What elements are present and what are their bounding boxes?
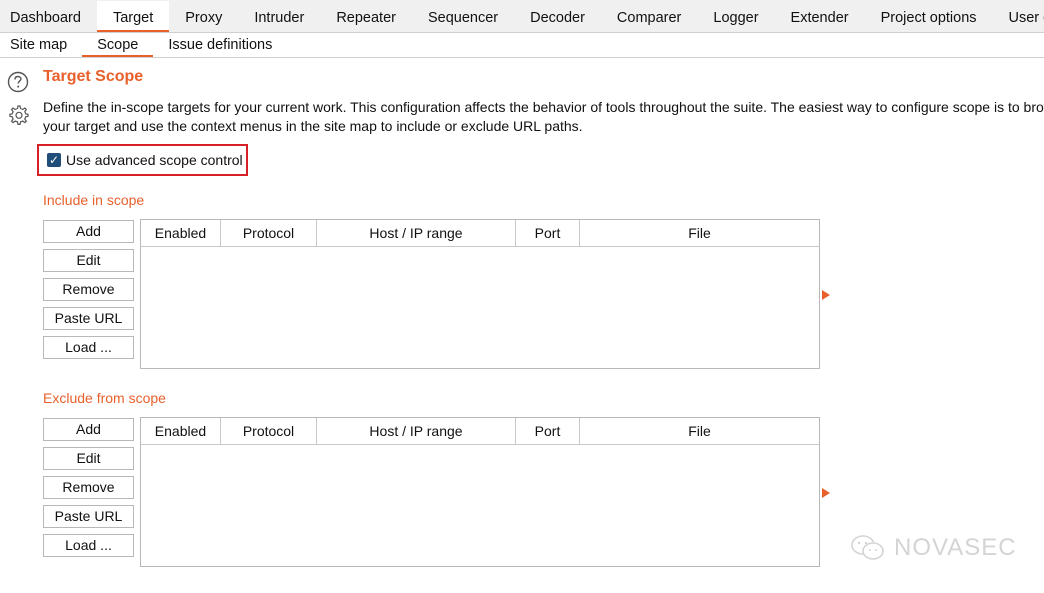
tab-repeater[interactable]: Repeater	[320, 1, 412, 32]
exclude-table-header: Enabled Protocol Host / IP range Port Fi…	[141, 418, 819, 445]
tab-proxy[interactable]: Proxy	[169, 1, 238, 32]
page-title: Target Scope	[43, 68, 144, 85]
subtab-issue-definitions[interactable]: Issue definitions	[153, 34, 287, 57]
include-scope-label: Include in scope	[43, 192, 145, 208]
advanced-scope-highlight: ✓ Use advanced scope control	[37, 144, 248, 176]
wechat-icon	[851, 535, 884, 560]
column-header-file[interactable]: File	[580, 418, 819, 444]
column-header-protocol[interactable]: Protocol	[221, 220, 317, 246]
watermark-text: NOVASEC	[894, 534, 1017, 561]
exclude-expand-arrow-icon[interactable]	[822, 488, 830, 498]
subtab-scope[interactable]: Scope	[82, 34, 154, 57]
subtab-site-map[interactable]: Site map	[0, 34, 82, 57]
exclude-paste-url-button[interactable]: Paste URL	[43, 505, 134, 528]
column-header-file[interactable]: File	[580, 220, 819, 246]
tab-user-options[interactable]: User options	[993, 1, 1044, 32]
include-remove-button[interactable]: Remove	[43, 278, 134, 301]
column-header-protocol[interactable]: Protocol	[221, 418, 317, 444]
tab-target[interactable]: Target	[96, 1, 170, 32]
page-description: Define the in-scope targets for your cur…	[43, 99, 1044, 134]
exclude-load-button[interactable]: Load ...	[43, 534, 134, 557]
column-header-host[interactable]: Host / IP range	[317, 220, 516, 246]
include-add-button[interactable]: Add	[43, 220, 134, 243]
exclude-add-button[interactable]: Add	[43, 418, 134, 441]
tab-extender[interactable]: Extender	[775, 1, 865, 32]
exclude-scope-label: Exclude from scope	[43, 390, 166, 406]
column-header-enabled[interactable]: Enabled	[141, 220, 221, 246]
gear-icon[interactable]	[7, 104, 29, 126]
help-icon[interactable]	[7, 71, 29, 93]
tab-dashboard[interactable]: Dashboard	[0, 1, 97, 32]
advanced-scope-checkbox[interactable]: ✓	[47, 153, 61, 167]
exclude-edit-button[interactable]: Edit	[43, 447, 134, 470]
column-header-enabled[interactable]: Enabled	[141, 418, 221, 444]
include-paste-url-button[interactable]: Paste URL	[43, 307, 134, 330]
include-edit-button[interactable]: Edit	[43, 249, 134, 272]
column-header-port[interactable]: Port	[516, 220, 580, 246]
include-expand-arrow-icon[interactable]	[822, 290, 830, 300]
tab-logger[interactable]: Logger	[697, 1, 774, 32]
tab-comparer[interactable]: Comparer	[601, 1, 697, 32]
advanced-scope-label[interactable]: Use advanced scope control	[66, 152, 243, 168]
tab-decoder[interactable]: Decoder	[514, 1, 601, 32]
include-load-button[interactable]: Load ...	[43, 336, 134, 359]
main-tab-bar: Dashboard Target Proxy Intruder Repeater…	[0, 0, 1044, 33]
include-table-header: Enabled Protocol Host / IP range Port Fi…	[141, 220, 819, 247]
target-subtab-bar: Site map Scope Issue definitions	[0, 33, 1044, 58]
column-header-port[interactable]: Port	[516, 418, 580, 444]
watermark: NOVASEC	[850, 533, 1017, 563]
include-scope-table[interactable]: Enabled Protocol Host / IP range Port Fi…	[140, 219, 820, 369]
tab-project-options[interactable]: Project options	[865, 1, 993, 32]
column-header-host[interactable]: Host / IP range	[317, 418, 516, 444]
tab-sequencer[interactable]: Sequencer	[412, 1, 514, 32]
exclude-scope-table[interactable]: Enabled Protocol Host / IP range Port Fi…	[140, 417, 820, 567]
exclude-remove-button[interactable]: Remove	[43, 476, 134, 499]
tab-intruder[interactable]: Intruder	[238, 1, 320, 32]
